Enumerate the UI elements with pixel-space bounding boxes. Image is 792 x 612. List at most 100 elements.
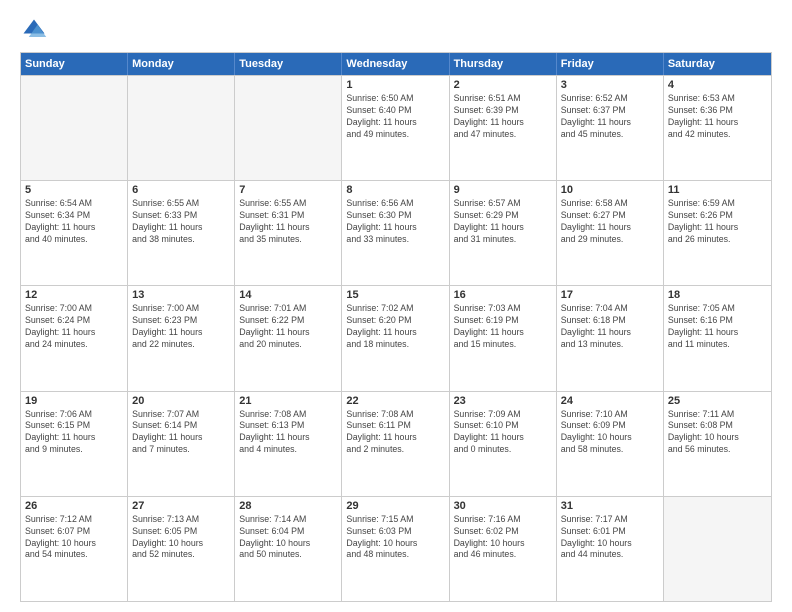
cell-day-number: 7 — [239, 184, 337, 196]
calendar-cell: 29 Sunrise: 7:15 AM Sunset: 6:03 PM Dayli… — [342, 497, 449, 601]
cell-day-number: 2 — [454, 79, 552, 91]
cell-day-number: 23 — [454, 395, 552, 407]
calendar-cell: 2 Sunrise: 6:51 AM Sunset: 6:39 PM Daylig… — [450, 76, 557, 180]
cell-info: Sunrise: 7:07 AM Sunset: 6:14 PM Dayligh… — [132, 409, 230, 457]
calendar-cell: 7 Sunrise: 6:55 AM Sunset: 6:31 PM Daylig… — [235, 181, 342, 285]
cell-day-number: 12 — [25, 289, 123, 301]
logo-icon — [20, 16, 48, 44]
calendar-cell: 1 Sunrise: 6:50 AM Sunset: 6:40 PM Daylig… — [342, 76, 449, 180]
calendar-cell: 17Sunrise: 7:04 AM Sunset: 6:18 PM Dayli… — [557, 286, 664, 390]
cell-info: Sunrise: 6:52 AM Sunset: 6:37 PM Dayligh… — [561, 93, 659, 141]
cell-info: Sunrise: 6:58 AM Sunset: 6:27 PM Dayligh… — [561, 198, 659, 246]
calendar-cell: 30 Sunrise: 7:16 AM Sunset: 6:02 PM Dayli… — [450, 497, 557, 601]
calendar-header: SundayMondayTuesdayWednesdayThursdayFrid… — [21, 53, 771, 75]
cell-info: Sunrise: 6:50 AM Sunset: 6:40 PM Dayligh… — [346, 93, 444, 141]
cell-day-number: 31 — [561, 500, 659, 512]
calendar-cell: 27 Sunrise: 7:13 AM Sunset: 6:05 PM Dayli… — [128, 497, 235, 601]
calendar-cell — [128, 76, 235, 180]
cell-day-number: 16 — [454, 289, 552, 301]
calendar-cell: 4 Sunrise: 6:53 AM Sunset: 6:36 PM Daylig… — [664, 76, 771, 180]
cell-info: Sunrise: 7:17 AM Sunset: 6:01 PM Dayligh… — [561, 514, 659, 562]
header-day-saturday: Saturday — [664, 53, 771, 75]
calendar-cell: 3 Sunrise: 6:52 AM Sunset: 6:37 PM Daylig… — [557, 76, 664, 180]
cell-info: Sunrise: 7:09 AM Sunset: 6:10 PM Dayligh… — [454, 409, 552, 457]
calendar-cell: 22 Sunrise: 7:08 AM Sunset: 6:11 PM Dayli… — [342, 392, 449, 496]
cell-day-number: 25 — [668, 395, 767, 407]
calendar-row-4: 19 Sunrise: 7:06 AM Sunset: 6:15 PM Dayli… — [21, 391, 771, 496]
cell-info: Sunrise: 7:03 AM Sunset: 6:19 PM Dayligh… — [454, 303, 552, 351]
cell-info: Sunrise: 7:08 AM Sunset: 6:13 PM Dayligh… — [239, 409, 337, 457]
calendar-cell: 9 Sunrise: 6:57 AM Sunset: 6:29 PM Daylig… — [450, 181, 557, 285]
calendar-body: 1 Sunrise: 6:50 AM Sunset: 6:40 PM Daylig… — [21, 75, 771, 601]
calendar-cell: 18Sunrise: 7:05 AM Sunset: 6:16 PM Dayli… — [664, 286, 771, 390]
calendar-cell: 26 Sunrise: 7:12 AM Sunset: 6:07 PM Dayli… — [21, 497, 128, 601]
cell-info: Sunrise: 7:15 AM Sunset: 6:03 PM Dayligh… — [346, 514, 444, 562]
cell-day-number: 10 — [561, 184, 659, 196]
cell-info: Sunrise: 7:14 AM Sunset: 6:04 PM Dayligh… — [239, 514, 337, 562]
cell-day-number: 20 — [132, 395, 230, 407]
logo — [20, 16, 52, 44]
cell-info: Sunrise: 6:57 AM Sunset: 6:29 PM Dayligh… — [454, 198, 552, 246]
calendar-cell — [235, 76, 342, 180]
cell-day-number: 15 — [346, 289, 444, 301]
cell-info: Sunrise: 7:00 AM Sunset: 6:23 PM Dayligh… — [132, 303, 230, 351]
cell-info: Sunrise: 7:08 AM Sunset: 6:11 PM Dayligh… — [346, 409, 444, 457]
calendar-cell: 28Sunrise: 7:14 AM Sunset: 6:04 PM Dayli… — [235, 497, 342, 601]
calendar-cell: 6Sunrise: 6:55 AM Sunset: 6:33 PM Daylig… — [128, 181, 235, 285]
calendar-cell: 10 Sunrise: 6:58 AM Sunset: 6:27 PM Dayli… — [557, 181, 664, 285]
cell-day-number: 29 — [346, 500, 444, 512]
cell-info: Sunrise: 7:10 AM Sunset: 6:09 PM Dayligh… — [561, 409, 659, 457]
cell-info: Sunrise: 6:54 AM Sunset: 6:34 PM Dayligh… — [25, 198, 123, 246]
cell-day-number: 17 — [561, 289, 659, 301]
cell-day-number: 3 — [561, 79, 659, 91]
cell-day-number: 26 — [25, 500, 123, 512]
calendar-cell: 16 Sunrise: 7:03 AM Sunset: 6:19 PM Dayli… — [450, 286, 557, 390]
cell-day-number: 13 — [132, 289, 230, 301]
header-day-sunday: Sunday — [21, 53, 128, 75]
cell-day-number: 22 — [346, 395, 444, 407]
cell-day-number: 30 — [454, 500, 552, 512]
cell-info: Sunrise: 6:51 AM Sunset: 6:39 PM Dayligh… — [454, 93, 552, 141]
header-day-monday: Monday — [128, 53, 235, 75]
calendar-cell: 5 Sunrise: 6:54 AM Sunset: 6:34 PM Daylig… — [21, 181, 128, 285]
cell-info: Sunrise: 7:02 AM Sunset: 6:20 PM Dayligh… — [346, 303, 444, 351]
cell-day-number: 6 — [132, 184, 230, 196]
cell-info: Sunrise: 6:55 AM Sunset: 6:31 PM Dayligh… — [239, 198, 337, 246]
page: SundayMondayTuesdayWednesdayThursdayFrid… — [0, 0, 792, 612]
header-day-friday: Friday — [557, 53, 664, 75]
cell-info: Sunrise: 7:13 AM Sunset: 6:05 PM Dayligh… — [132, 514, 230, 562]
cell-day-number: 5 — [25, 184, 123, 196]
calendar-cell: 24 Sunrise: 7:10 AM Sunset: 6:09 PM Dayli… — [557, 392, 664, 496]
calendar-cell — [21, 76, 128, 180]
cell-info: Sunrise: 7:06 AM Sunset: 6:15 PM Dayligh… — [25, 409, 123, 457]
cell-day-number: 9 — [454, 184, 552, 196]
calendar-cell: 14Sunrise: 7:01 AM Sunset: 6:22 PM Dayli… — [235, 286, 342, 390]
calendar: SundayMondayTuesdayWednesdayThursdayFrid… — [20, 52, 772, 602]
cell-day-number: 24 — [561, 395, 659, 407]
cell-day-number: 19 — [25, 395, 123, 407]
cell-info: Sunrise: 7:05 AM Sunset: 6:16 PM Dayligh… — [668, 303, 767, 351]
cell-info: Sunrise: 6:56 AM Sunset: 6:30 PM Dayligh… — [346, 198, 444, 246]
calendar-cell: 19 Sunrise: 7:06 AM Sunset: 6:15 PM Dayli… — [21, 392, 128, 496]
cell-info: Sunrise: 6:53 AM Sunset: 6:36 PM Dayligh… — [668, 93, 767, 141]
calendar-row-3: 12Sunrise: 7:00 AM Sunset: 6:24 PM Dayli… — [21, 285, 771, 390]
cell-day-number: 1 — [346, 79, 444, 91]
cell-day-number: 4 — [668, 79, 767, 91]
cell-info: Sunrise: 7:12 AM Sunset: 6:07 PM Dayligh… — [25, 514, 123, 562]
cell-info: Sunrise: 7:16 AM Sunset: 6:02 PM Dayligh… — [454, 514, 552, 562]
calendar-cell: 21 Sunrise: 7:08 AM Sunset: 6:13 PM Dayli… — [235, 392, 342, 496]
calendar-cell: 25 Sunrise: 7:11 AM Sunset: 6:08 PM Dayli… — [664, 392, 771, 496]
cell-day-number: 14 — [239, 289, 337, 301]
calendar-cell: 13 Sunrise: 7:00 AM Sunset: 6:23 PM Dayli… — [128, 286, 235, 390]
cell-day-number: 21 — [239, 395, 337, 407]
cell-day-number: 27 — [132, 500, 230, 512]
header-day-thursday: Thursday — [450, 53, 557, 75]
calendar-cell — [664, 497, 771, 601]
calendar-cell: 11Sunrise: 6:59 AM Sunset: 6:26 PM Dayli… — [664, 181, 771, 285]
calendar-cell: 15 Sunrise: 7:02 AM Sunset: 6:20 PM Dayli… — [342, 286, 449, 390]
cell-info: Sunrise: 7:11 AM Sunset: 6:08 PM Dayligh… — [668, 409, 767, 457]
calendar-cell: 31 Sunrise: 7:17 AM Sunset: 6:01 PM Dayli… — [557, 497, 664, 601]
cell-info: Sunrise: 6:59 AM Sunset: 6:26 PM Dayligh… — [668, 198, 767, 246]
calendar-row-5: 26 Sunrise: 7:12 AM Sunset: 6:07 PM Dayli… — [21, 496, 771, 601]
cell-day-number: 8 — [346, 184, 444, 196]
